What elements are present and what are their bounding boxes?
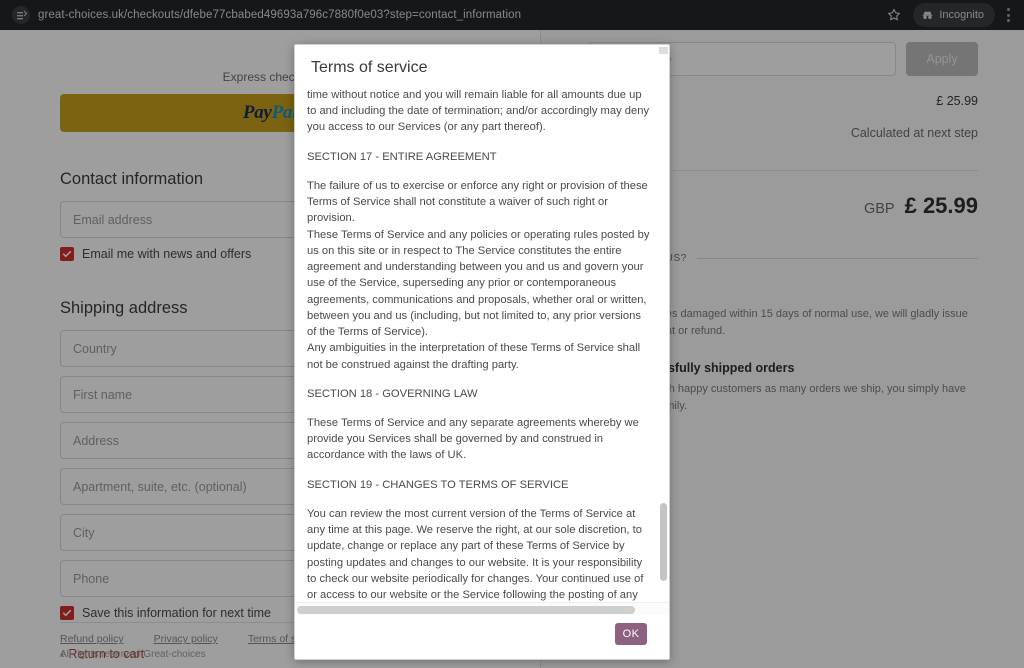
tos-section-18-heading: SECTION 18 - GOVERNING LAW bbox=[307, 387, 478, 400]
tos-section-17-heading: SECTION 17 - ENTIRE AGREEMENT bbox=[307, 150, 497, 163]
dialog-footer: OK bbox=[295, 615, 669, 659]
ok-button[interactable]: OK bbox=[615, 623, 647, 645]
dialog-vertical-scrollbar-thumb[interactable] bbox=[660, 503, 667, 581]
tos-section-17-body-2: These Terms of Service and any policies … bbox=[307, 228, 650, 339]
tos-section-17-body-3: Any ambiguities in the interpretation of… bbox=[307, 342, 641, 371]
tos-section-19-heading: SECTION 19 - CHANGES TO TERMS OF SERVICE bbox=[307, 478, 569, 491]
tos-paragraph-intro: time without notice and you will remain … bbox=[307, 89, 650, 134]
dialog-horizontal-scrollbar-thumb[interactable] bbox=[297, 606, 635, 614]
screen: great-choices.uk/checkouts/dfebe77cbabed… bbox=[0, 0, 1024, 668]
ok-label: OK bbox=[622, 628, 640, 640]
terms-of-service-dialog: Terms of service time without notice and… bbox=[294, 44, 670, 660]
tos-section-19-body: You can review the most current version … bbox=[307, 507, 644, 602]
tos-section-18-body: These Terms of Service and any separate … bbox=[307, 416, 639, 462]
dialog-title: Terms of service bbox=[311, 59, 428, 76]
dialog-body[interactable]: time without notice and you will remain … bbox=[295, 87, 669, 602]
dialog-vertical-scrollbar-top[interactable] bbox=[659, 47, 668, 54]
tos-section-17-body-1: The failure of us to exercise or enforce… bbox=[307, 179, 648, 225]
dialog-horizontal-scrollbar[interactable] bbox=[295, 602, 669, 615]
